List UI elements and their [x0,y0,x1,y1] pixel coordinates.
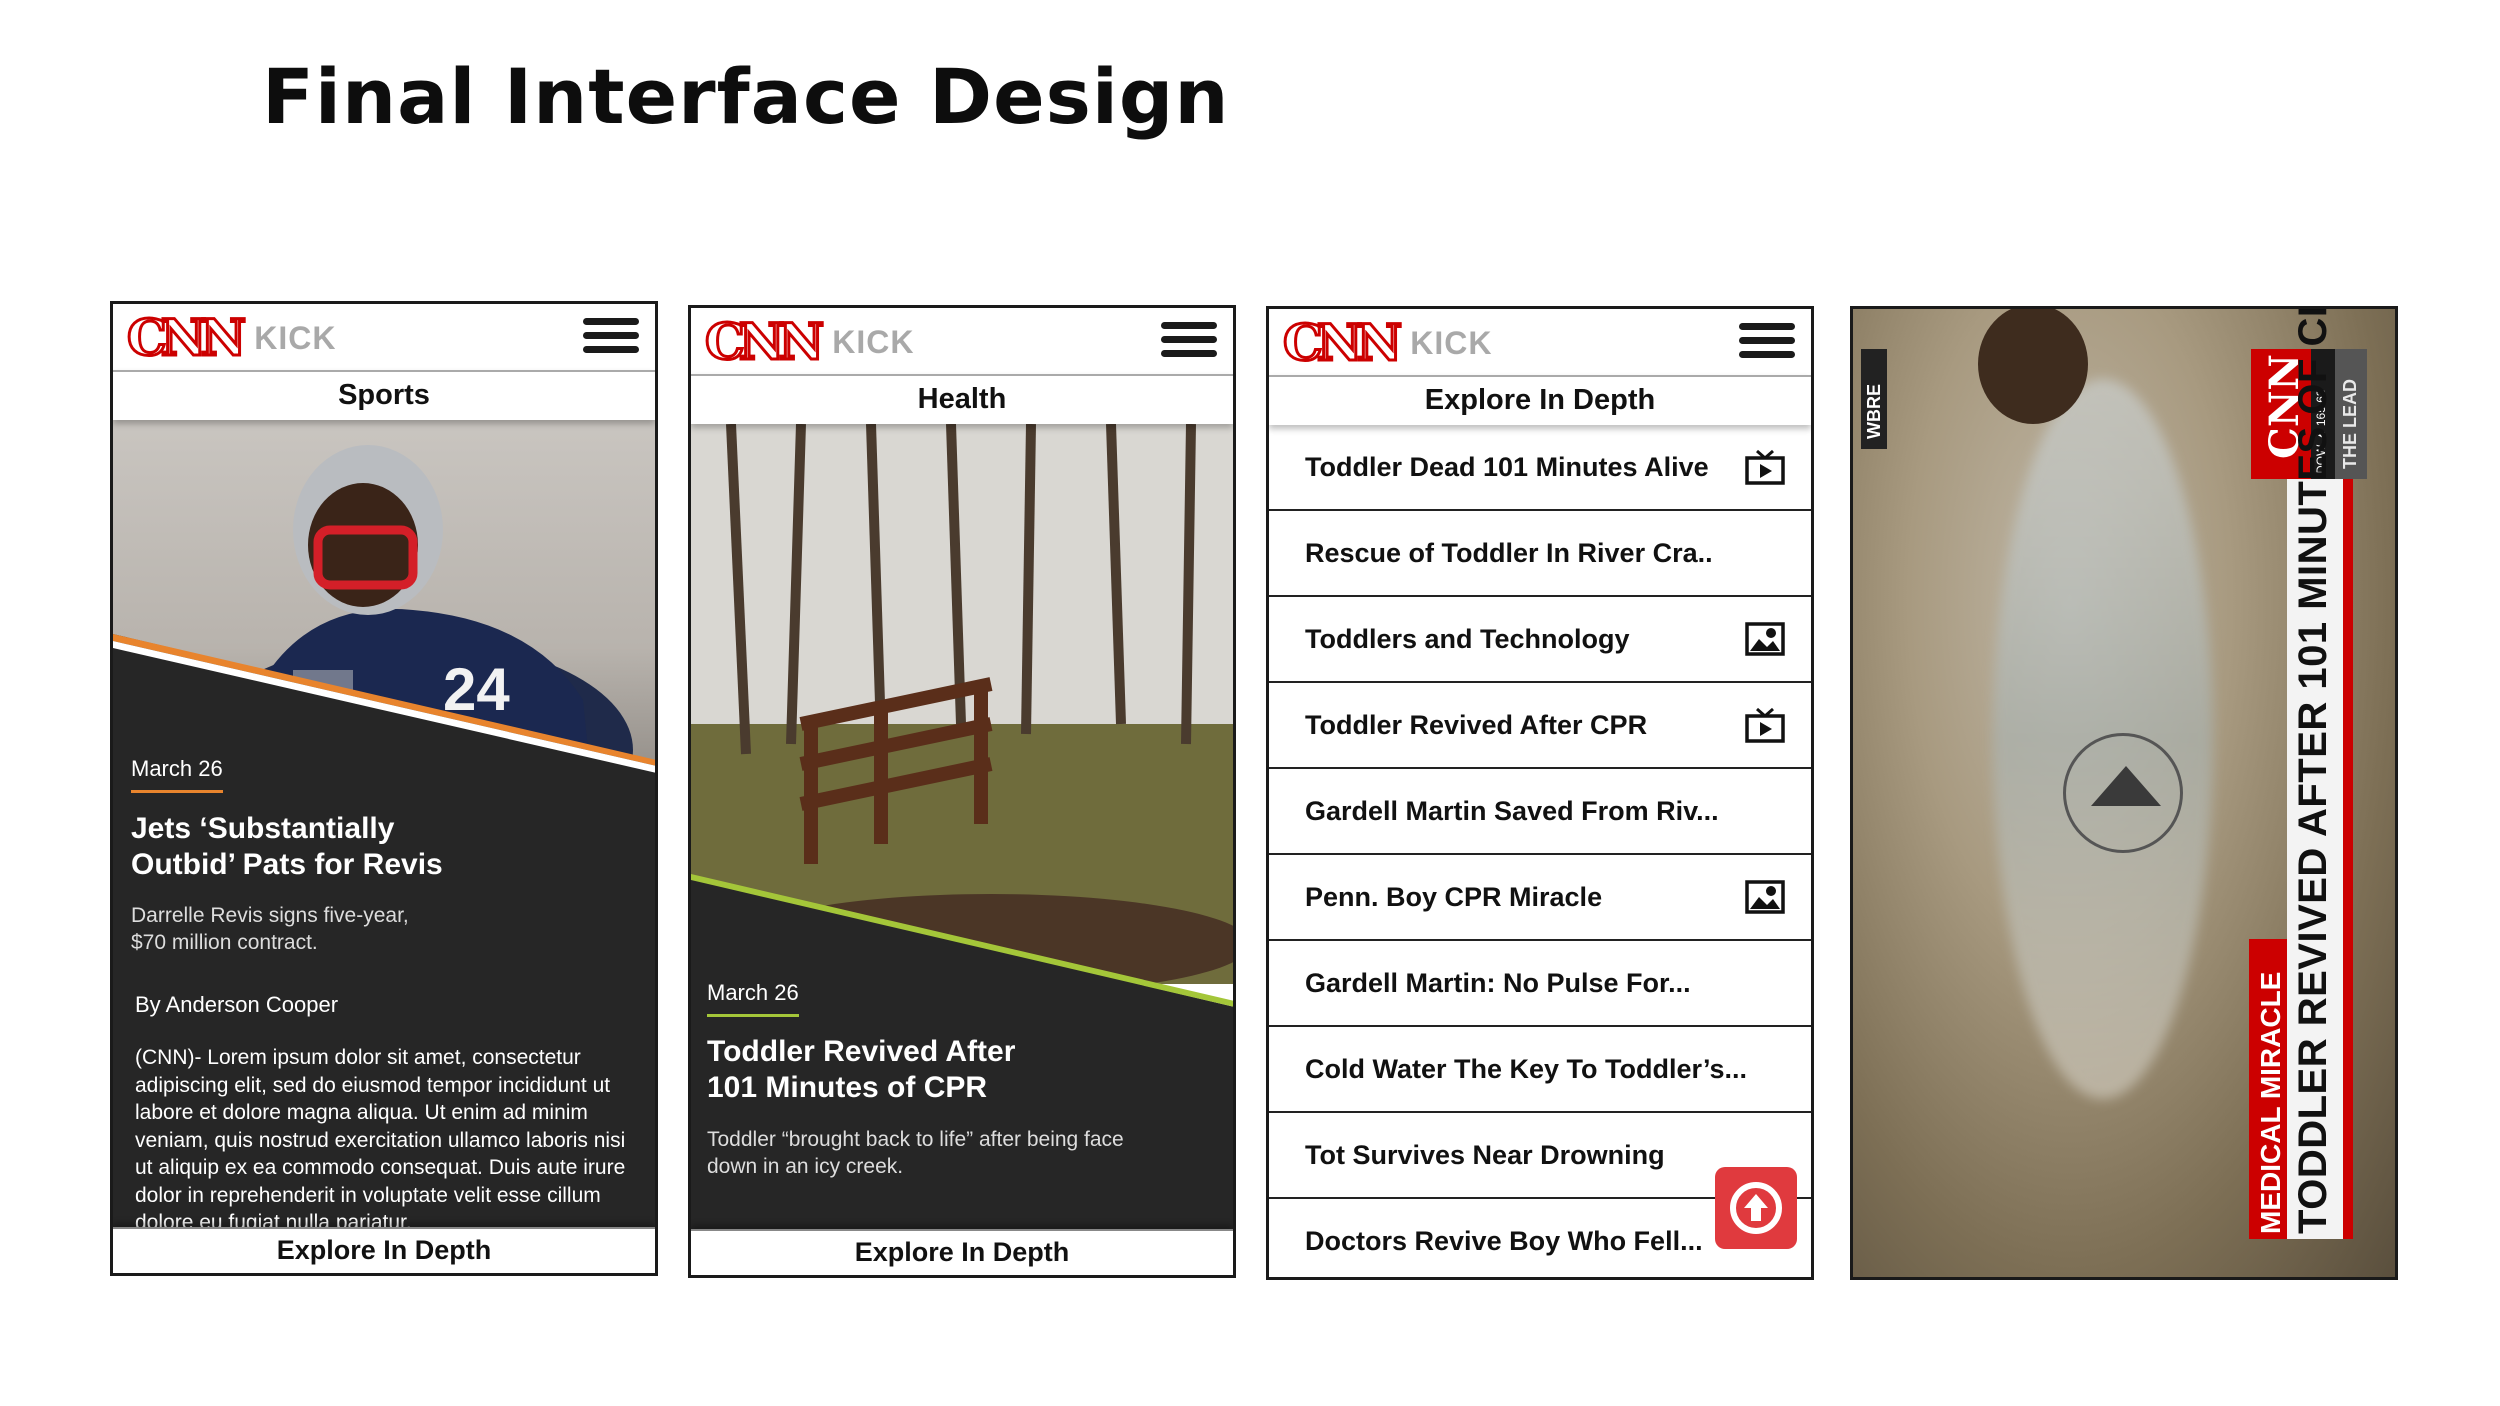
article-byline: By Anderson Cooper [135,992,339,1017]
cnn-kick-logo[interactable]: CNN KICK [703,312,915,371]
list-item[interactable]: Toddler Revived After CPR [1269,683,1811,769]
station-bug: WBRE [1861,349,1887,449]
banner-tag: MEDICAL MIRACLE [2249,939,2287,1239]
cnn-logo-text: CNN [125,308,247,367]
list-item-label: Toddler Dead 101 Minutes Alive [1305,452,1709,482]
headline-banner: TODDLER REVIVED AFTER 101 MINUTES OF CPR [2287,309,2343,1239]
photo-icon [1745,880,1785,914]
section-title: Explore In Depth [1269,375,1811,425]
explore-in-depth-button[interactable]: Explore In Depth [113,1227,655,1273]
app-header: CNN KICK [691,308,1233,374]
explore-list: Toddler Dead 101 Minutes Alive Rescue of… [1269,425,1811,1277]
hamburger-menu-icon[interactable] [1161,322,1217,360]
page-title: Final Interface Design [262,52,1230,141]
section-title: Health [691,374,1233,424]
station-label: WBRE [1864,384,1884,439]
list-item-label: Cold Water The Key To Toddler’s... [1305,1054,1748,1084]
cnn-kick-logo[interactable]: CNN KICK [1281,313,1493,372]
list-item-label: Toddler Revived After CPR [1305,710,1648,740]
app-header: CNN KICK [1269,309,1811,375]
kick-logo-text: KICK [1410,324,1493,361]
list-item[interactable]: Penn. Boy CPR Miracle [1269,855,1811,941]
health-screen: CNN KICK Health March 26 Toddler Revived… [688,305,1236,1278]
cnn-logo-text: CNN [703,312,825,371]
banner-edge [2343,479,2353,1239]
list-item[interactable]: Rescue of Toddler In River Cra.. [1269,511,1811,597]
app-header: CNN KICK [113,304,655,370]
section-title: Sports [113,370,655,420]
kick-logo-text: KICK [254,319,337,356]
article-headline[interactable]: Toddler Revived After 101 Minutes of CPR [707,1034,1047,1106]
video-player-screen[interactable]: WBRE CNN DOW ▲ 165.63 THE LEAD MEDICAL M… [1850,306,2398,1280]
list-item-label: Penn. Boy CPR Miracle [1305,882,1603,912]
list-item[interactable]: Toddler Dead 101 Minutes Alive [1269,425,1811,511]
article-date: March 26 [131,756,223,781]
list-item-label: Toddlers and Technology [1305,624,1630,654]
list-item-label: Doctors Revive Boy Who Fell... [1305,1226,1703,1256]
date-underline [707,1014,799,1017]
list-item[interactable]: Gardell Martin: No Pulse For... [1269,941,1811,1027]
list-item[interactable]: Gardell Martin Saved From Riv... [1269,769,1811,855]
arrow-up-icon [1730,1182,1782,1234]
article-deck: Darrelle Revis signs five-year, $70 mill… [131,904,409,954]
kick-logo-text: KICK [832,323,915,360]
article-deck: Toddler “brought back to life” after bei… [707,1128,1124,1178]
hamburger-menu-icon[interactable] [1739,323,1795,361]
explore-screen: CNN KICK Explore In Depth Toddler Dead 1… [1266,306,1814,1280]
show-ticker: THE LEAD [2335,349,2367,479]
list-item-label: Rescue of Toddler In River Cra.. [1305,538,1713,568]
cnn-logo-text: CNN [1281,313,1403,372]
article-date: March 26 [707,980,799,1005]
video-icon [1745,449,1785,485]
hamburger-menu-icon[interactable] [583,318,639,356]
explore-in-depth-button[interactable]: Explore In Depth [691,1229,1233,1275]
cnn-kick-logo[interactable]: CNN KICK [125,308,337,367]
video-icon [1745,707,1785,743]
play-icon [2091,766,2161,806]
list-item-label: Gardell Martin Saved From Riv... [1305,796,1719,826]
article-headline[interactable]: Jets ‘Substantially Outbid’ Pats for Rev… [131,811,471,883]
date-underline [131,790,223,793]
sports-screen: CNN KICK Sports 24 March 26 Jets ‘Substa… [110,301,658,1276]
banner-tag-text: MEDICAL MIRACLE [2255,971,2286,1234]
photo-icon [1745,622,1785,656]
list-item-label: Gardell Martin: No Pulse For... [1305,968,1691,998]
rock-shape [1978,309,2088,424]
play-button[interactable] [2063,733,2183,853]
scroll-to-top-button[interactable] [1715,1167,1797,1249]
list-item-label: Tot Survives Near Drowning [1305,1140,1665,1170]
headline-banner-text: TODDLER REVIVED AFTER 101 MINUTES OF CPR [2291,306,2335,1234]
show-ticker-text: THE LEAD [2340,379,2360,469]
article-body: (CNN)- Lorem ipsum dolor sit amet, conse… [135,1046,626,1232]
list-item[interactable]: Cold Water The Key To Toddler’s... [1269,1027,1811,1113]
list-item[interactable]: Toddlers and Technology [1269,597,1811,683]
